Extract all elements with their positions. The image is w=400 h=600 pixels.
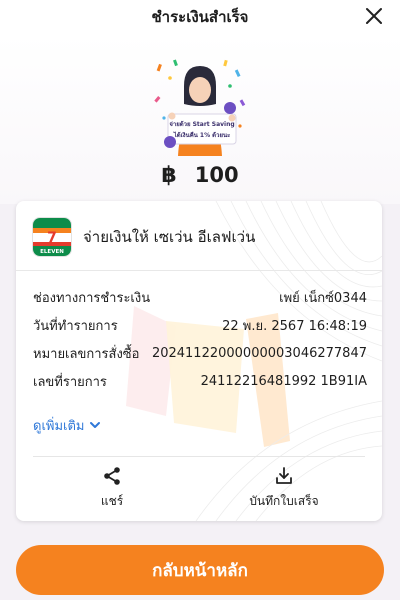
save-receipt-label: บันทึกใบเสร็จ — [249, 494, 319, 508]
merchant-name: จ่ายเงินให้ เซเว่น อีเลฟเว่น — [83, 228, 256, 246]
detail-label: ช่องทางการชำระเงิน — [33, 290, 151, 306]
svg-text:ELEVEN: ELEVEN — [40, 249, 64, 255]
detail-value: 22 พ.ย. 2567 16:48:19 — [222, 318, 367, 334]
close-button[interactable] — [362, 4, 386, 28]
divider — [33, 456, 365, 457]
amount-value: 100 — [194, 163, 239, 187]
divider — [16, 270, 382, 271]
detail-row-order-number: หมายเลขการสั่งซื้อ 202411220000000030462… — [33, 339, 367, 367]
success-hero: จ่ายด้วย Start Saving ได้เงินคืน 1% ด้วย… — [0, 34, 400, 204]
close-icon — [366, 8, 382, 24]
seven-eleven-logo: 7 ELEVEN — [33, 218, 71, 256]
detail-row-transaction-id: เลขที่รายการ 24112216481992 1B91IA — [33, 367, 367, 395]
detail-label: หมายเลขการสั่งซื้อ — [33, 346, 140, 362]
header-bar: ชำระเงินสำเร็จ — [0, 0, 400, 34]
detail-label: เลขที่รายการ — [33, 374, 107, 390]
currency-symbol: ฿ — [161, 162, 177, 188]
share-label: แชร์ — [100, 494, 124, 508]
detail-row-payment-channel: ช่องทางการชำระเงิน เพย์ เน็กซ์0344 — [33, 283, 367, 311]
see-more-link[interactable]: ดูเพิ่มเติม — [33, 414, 101, 436]
back-to-home-label: กลับหน้าหลัก — [152, 560, 248, 581]
download-icon — [276, 467, 292, 484]
back-to-home-button[interactable]: กลับหน้าหลัก — [16, 545, 384, 595]
receipt-card: 7 ELEVEN จ่ายเงินให้ เซเว่น อีเลฟเว่น ช่… — [16, 201, 382, 521]
svg-text:7: 7 — [47, 230, 57, 246]
detail-value: 20241122000000003046277847 — [151, 345, 367, 361]
promo-line-1: จ่ายด้วย Start Saving — [169, 120, 234, 128]
share-icon — [104, 467, 120, 485]
detail-value: 24112216481992 1B91IA — [200, 373, 367, 389]
page-title: ชำระเงินสำเร็จ — [151, 8, 249, 26]
save-receipt-button[interactable]: บันทึกใบเสร็จ — [214, 466, 354, 516]
merchant-row: 7 ELEVEN จ่ายเงินให้ เซเว่น อีเลฟเว่น — [33, 217, 255, 257]
promo-line-2: ได้เงินคืน 1% ด้วยนะ — [173, 131, 231, 139]
chevron-down-icon — [90, 422, 101, 428]
payment-amount: ฿ 100 — [0, 160, 400, 190]
detail-row-date: วันที่ทำรายการ 22 พ.ย. 2567 16:48:19 — [33, 311, 367, 339]
share-button[interactable]: แชร์ — [42, 466, 182, 516]
details-list: ช่องทางการชำระเงิน เพย์ เน็กซ์0344 วันที… — [33, 283, 367, 395]
promo-illustration: จ่ายด้วย Start Saving ได้เงินคืน 1% ด้วย… — [154, 59, 246, 156]
detail-value: เพย์ เน็กซ์0344 — [279, 290, 367, 306]
detail-label: วันที่ทำรายการ — [33, 318, 118, 334]
see-more-label: ดูเพิ่มเติม — [33, 418, 85, 434]
